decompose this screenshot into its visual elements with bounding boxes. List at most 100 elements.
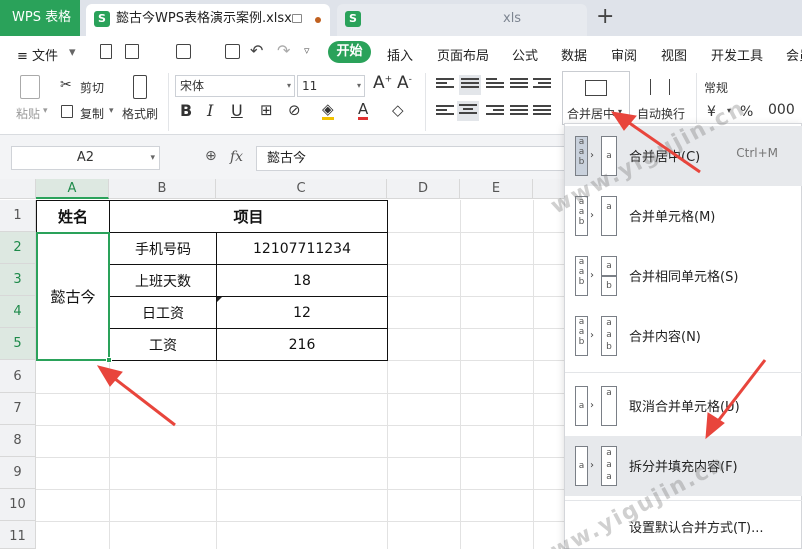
item-label-cell[interactable]: 工资 — [109, 328, 217, 361]
document-tab-inactive[interactable]: S xls — [337, 4, 587, 36]
document-tab-active[interactable]: S 懿古今WPS表格演示案例.xlsx — [86, 4, 330, 36]
border-icon[interactable]: ⊞ — [260, 101, 273, 119]
align-center-icon[interactable] — [457, 101, 479, 121]
font-name-select[interactable]: 宋体 ▾ — [175, 75, 295, 97]
column-header-D[interactable]: D — [387, 179, 460, 199]
format-painter-button[interactable]: 格式刷 — [122, 105, 158, 122]
item-value-cell[interactable]: 18 — [216, 264, 388, 297]
menu-item-unmerge[interactable]: a a › 取消合并单元格(U) — [565, 376, 802, 436]
cut-button[interactable]: 剪切 — [80, 79, 104, 96]
paste-arrow-icon[interactable]: ▾ — [43, 106, 48, 116]
tab-page-layout[interactable]: 页面布局 — [437, 45, 489, 64]
copy-button[interactable]: 复制 — [80, 105, 104, 122]
align-left-icon[interactable] — [436, 105, 454, 119]
align-right-icon[interactable] — [486, 105, 504, 119]
paste-label[interactable]: 粘贴 — [16, 105, 40, 122]
select-all-corner[interactable] — [0, 179, 36, 199]
fill-color-icon[interactable]: ◈ — [322, 101, 334, 120]
row-header-9[interactable]: 9 — [0, 457, 36, 489]
row-header-3[interactable]: 3 — [0, 264, 36, 296]
menu-separator — [565, 500, 802, 501]
undo-icon[interactable]: ↶ — [250, 41, 263, 60]
open-icon[interactable] — [125, 44, 139, 59]
wps-app-tab[interactable]: WPS 表格 — [0, 0, 80, 36]
column-header-A[interactable]: A — [36, 179, 109, 199]
align-top-icon[interactable] — [436, 78, 454, 92]
paste-icon[interactable] — [20, 75, 40, 99]
merge-center-button[interactable]: 合并居中 ▾ — [562, 71, 630, 125]
print-icon[interactable] — [176, 44, 191, 59]
wrap-text-button[interactable]: 自动换行 — [637, 105, 685, 122]
column-header-B[interactable]: B — [109, 179, 216, 199]
tab-insert[interactable]: 插入 — [387, 45, 413, 64]
column-header-C[interactable]: C — [216, 179, 387, 199]
tab-data[interactable]: 数据 — [561, 45, 587, 64]
item-value-cell[interactable]: 12107711234 — [216, 232, 388, 265]
selected-merged-cell[interactable]: 懿古今 — [36, 232, 110, 361]
row-header-6[interactable]: 6 — [0, 360, 36, 393]
header-name-cell[interactable]: 姓名 — [36, 200, 110, 233]
row-header-11[interactable]: 11 — [0, 521, 36, 549]
pin-icon[interactable] — [292, 14, 302, 23]
new-doc-icon[interactable] — [100, 44, 112, 59]
item-value-cell[interactable]: 216 — [216, 328, 388, 361]
menu-item-label: 合并单元格(M) — [629, 210, 716, 225]
item-value-cell[interactable]: 12 — [216, 296, 388, 329]
justify-icon[interactable] — [510, 78, 528, 92]
item-label-cell[interactable]: 上班天数 — [109, 264, 217, 297]
formula-input[interactable]: 懿古今 — [256, 146, 576, 171]
chevron-down-icon: ▾ — [286, 81, 291, 90]
item-label-cell[interactable]: 手机号码 — [109, 232, 217, 265]
row-header-4[interactable]: 4 — [0, 296, 36, 328]
number-format-select[interactable]: 常规 — [704, 79, 728, 96]
distributed-align-icon[interactable] — [533, 105, 551, 119]
font-size-select[interactable]: 11 ▾ — [297, 75, 365, 97]
tab-member[interactable]: 会员 — [786, 45, 802, 64]
row-header-7[interactable]: 7 — [0, 393, 36, 425]
copy-arrow-icon[interactable]: ▾ — [109, 106, 114, 116]
header-item-cell[interactable]: 项目 — [109, 200, 388, 233]
row-header-5[interactable]: 5 — [0, 328, 36, 360]
tab-developer[interactable]: 开发工具 — [711, 45, 763, 64]
align-bottom-icon[interactable] — [486, 78, 504, 92]
row-header-10[interactable]: 10 — [0, 489, 36, 521]
tab-home[interactable]: 开始 — [328, 41, 371, 63]
zoom-icon[interactable]: ⊕ — [205, 148, 217, 164]
row-header-8[interactable]: 8 — [0, 425, 36, 457]
column-header-E[interactable]: E — [460, 179, 533, 199]
align-middle-icon[interactable] — [459, 75, 481, 95]
new-tab-button[interactable]: + — [596, 3, 614, 31]
copy-icon — [61, 105, 73, 118]
name-box[interactable]: A2 ▾ — [11, 146, 160, 170]
italic-icon[interactable]: I — [207, 101, 213, 120]
underline-icon[interactable]: U — [231, 101, 243, 120]
indent-icon[interactable] — [533, 78, 551, 92]
print-preview-icon[interactable] — [225, 44, 240, 59]
file-menu-arrow-icon[interactable]: ▾ — [69, 45, 76, 60]
menu-item-merge-same[interactable]: aab a b › 合并相同单元格(S) — [565, 246, 802, 306]
file-menu[interactable]: ≡ 文件 — [17, 45, 58, 64]
tab-review[interactable]: 审阅 — [611, 45, 637, 64]
eraser-icon[interactable]: ◇ — [392, 101, 404, 119]
fill-handle[interactable] — [106, 357, 112, 363]
tab-formulas[interactable]: 公式 — [512, 45, 538, 64]
thousands-icon[interactable]: 000 — [768, 102, 795, 118]
redo-icon[interactable]: ↷ — [277, 41, 290, 60]
font-color-icon[interactable]: A — [358, 101, 369, 120]
quick-access-more-icon[interactable]: ▿ — [304, 44, 310, 57]
increase-font-icon[interactable]: A+ — [373, 73, 392, 93]
fx-icon[interactable]: fx — [230, 149, 243, 165]
tab-view[interactable]: 视图 — [661, 45, 687, 64]
font-name-value: 宋体 — [180, 79, 205, 93]
row-header-1[interactable]: 1 — [0, 200, 36, 232]
merge-center-label: 合并居中 — [567, 107, 616, 121]
decrease-font-icon[interactable]: A- — [397, 73, 412, 93]
distribute-icon[interactable] — [510, 105, 528, 119]
menu-item-merge-content[interactable]: aab aab › 合并内容(N) — [565, 306, 802, 366]
row-header-2[interactable]: 2 — [0, 232, 36, 264]
item-label-cell[interactable]: 日工资 — [109, 296, 217, 329]
bold-icon[interactable]: B — [180, 101, 192, 120]
split-fill-icon: a aaa › — [575, 444, 619, 488]
ribbon-separator — [425, 73, 426, 131]
fill-style-icon[interactable]: ⊘ — [288, 101, 301, 119]
